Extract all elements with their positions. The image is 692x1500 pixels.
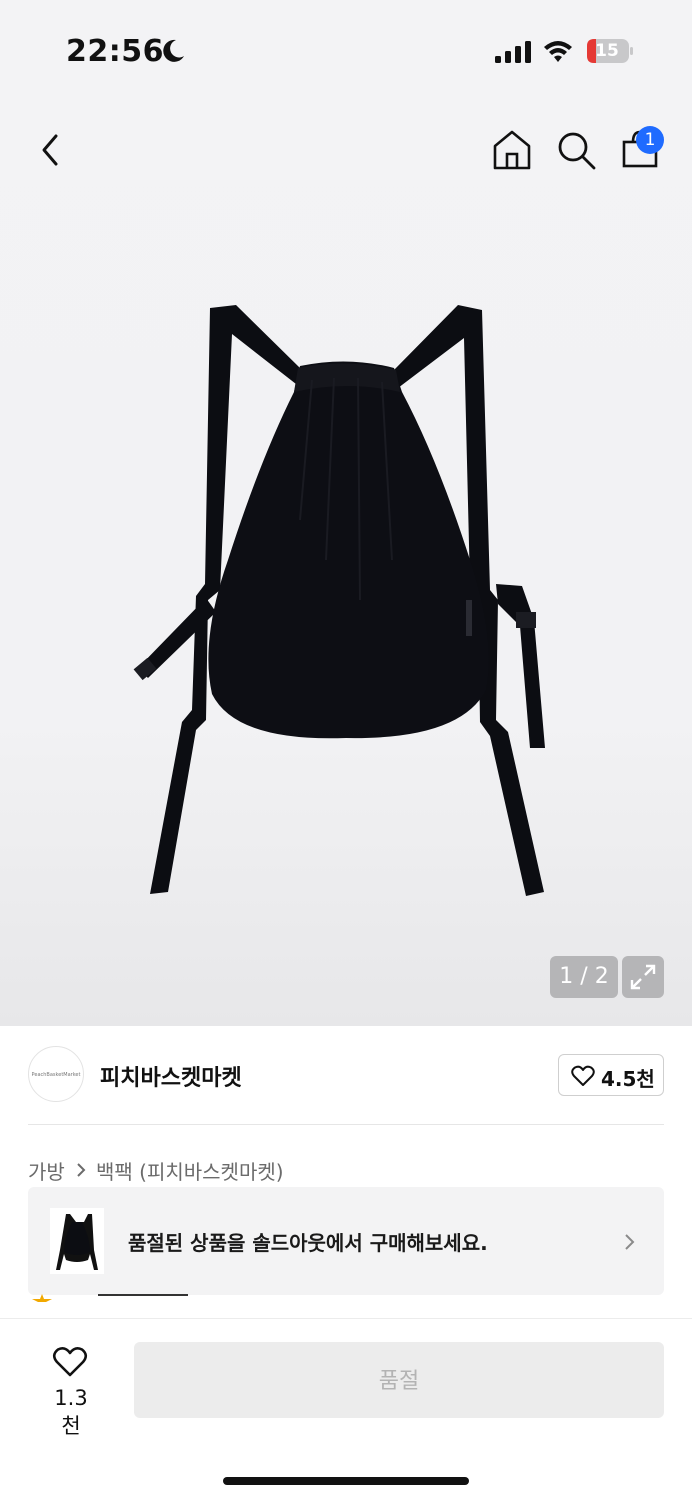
- battery-icon: 15: [586, 38, 634, 64]
- soldout-banner-text: 품절된 상품을 솔드아웃에서 구매해보세요.: [128, 1231, 488, 1255]
- expand-image-button[interactable]: [622, 956, 664, 998]
- shop-name[interactable]: 피치바스켓마켓: [100, 1060, 242, 1092]
- home-icon[interactable]: [490, 128, 534, 172]
- status-time: 22:56: [66, 34, 164, 69]
- divider: [98, 1294, 188, 1296]
- battery-level: 15: [595, 41, 619, 61]
- wifi-icon: [544, 41, 572, 62]
- cart-count-badge: 1: [636, 126, 664, 154]
- breadcrumb-subcategory[interactable]: 백팩 (피치바스켓마켓): [96, 1156, 284, 1185]
- moon-icon: [163, 39, 184, 62]
- divider: [28, 1124, 664, 1125]
- shop-like-button[interactable]: 4.5천: [558, 1054, 664, 1096]
- wishlist-heart-icon[interactable]: [52, 1346, 88, 1378]
- chevron-right-icon: [77, 1163, 86, 1177]
- shop-logo[interactable]: PeachBasketMarket: [28, 1046, 84, 1102]
- bottom-bar-divider: [0, 1318, 692, 1319]
- breadcrumb-category[interactable]: 가방: [28, 1156, 65, 1185]
- cellular-signal-icon: [495, 41, 531, 63]
- search-icon[interactable]: [554, 128, 598, 172]
- chevron-right-icon: [625, 1234, 635, 1250]
- back-chevron-icon[interactable]: [28, 128, 72, 172]
- image-pager: 1 / 2: [550, 956, 618, 998]
- wishlist-count: 1.3천: [54, 1386, 88, 1438]
- heart-icon: [571, 1065, 595, 1086]
- expand-icon: [630, 964, 656, 990]
- home-indicator[interactable]: [223, 1477, 469, 1485]
- banner-product-thumbnail: [50, 1208, 104, 1274]
- shop-like-count: 4.5천: [601, 1067, 655, 1091]
- soldout-buy-button[interactable]: 품절: [134, 1342, 664, 1418]
- star-icon: [32, 1294, 52, 1302]
